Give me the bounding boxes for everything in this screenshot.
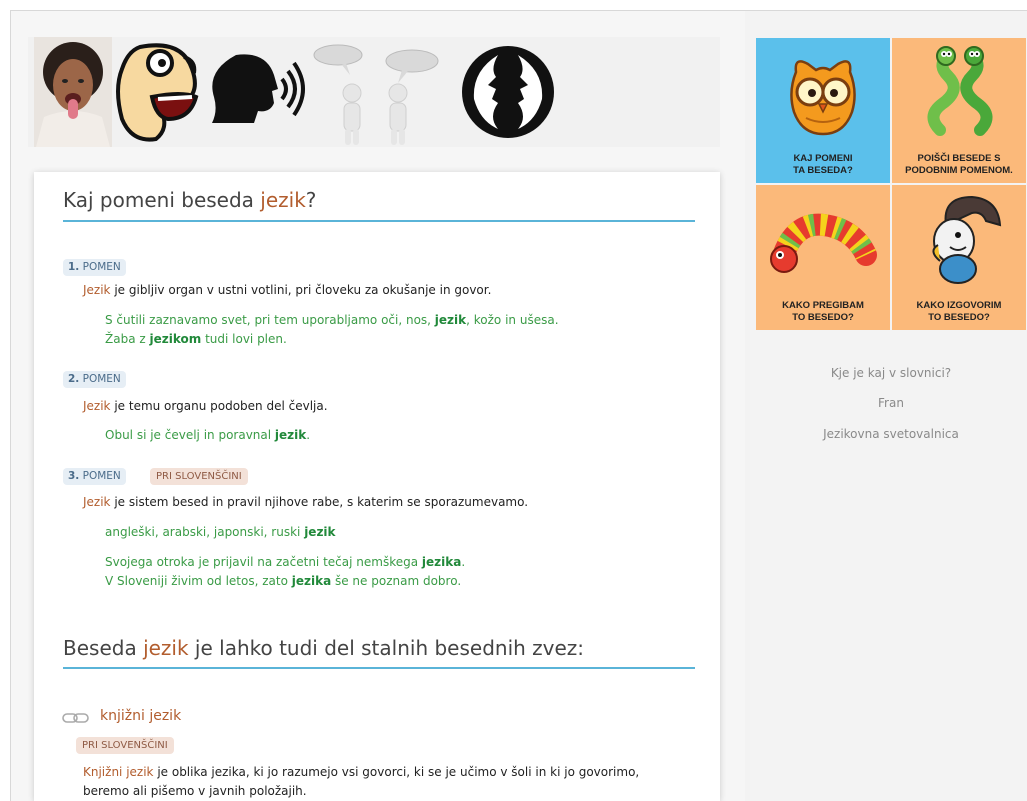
sense-1-example-1: S čutili zaznavamo svet, pri tem uporabl… [105,313,559,327]
cartoon-face-icon [116,43,199,142]
link-language-advice[interactable]: Jezikovna svetovalnica [756,427,1026,441]
sense-3-definition: Jezik je sistem besed in pravil njihove … [83,495,529,509]
tile-inflection[interactable]: KAKO PREGIBAM TO BESEDO? [756,185,890,330]
phrase-qualifier: PRI SLOVENŠČINI [76,737,174,754]
title-headword: jezik [260,188,306,212]
sense-2-tag: 2. POMEN [63,371,126,388]
phrases-heading: Beseda jezik je lahko tudi del stalnih b… [63,636,585,660]
owl-icon [790,60,856,136]
sense-3-tag: 3. POMEN [63,468,126,485]
tile-pronunciation[interactable]: KAKO IZGOVORIM TO BESEDO? [892,185,1026,330]
face-profiles-icon [462,46,554,138]
window-top-border [10,10,1027,11]
action-tiles: KAJ POMENI TA BESEDA? POIŠČI BESEDE S PO… [756,38,1026,330]
tile-pronunciation-label: KAKO IZGOVORIM TO BESEDO? [916,300,1002,323]
tongue-photo [34,37,112,147]
tile-meaning-label: KAJ POMENI TA BESEDA? [793,153,853,176]
phrase-title-link[interactable]: knjižni jezik [100,708,181,724]
sense-3-example-2: Svojega otroka je prijavil na začetni te… [105,555,466,569]
caterpillar-icon [770,213,877,273]
definition-card: Kaj pomeni beseda jezik? 1. POMEN Jezik … [34,172,720,801]
tile-synonyms-label: POIŠČI BESEDE S PODOBNIM POMENOM. [905,153,1013,176]
link-chain-icon [62,713,89,723]
sense-2-example-1: Obul si je čevelj in poravnal jezik. [105,428,311,442]
speaking-head-icon [212,54,305,123]
phrases-headword: jezik [143,636,189,660]
tile-meaning[interactable]: KAJ POMENI TA BESEDA? [756,38,890,183]
sense-3-qualifier: PRI SLOVENŠČINI [150,468,248,485]
page-title: Kaj pomeni beseda jezik? [63,188,317,212]
sense-3-example-1: angleški, arabski, japonski, ruski jezik [105,525,336,539]
speech-bubbles-figures [313,44,439,145]
sense-2-definition: Jezik je temu organu podoben del čevlja. [83,399,328,413]
title-divider [63,220,695,222]
tile-synonyms[interactable]: POIŠČI BESEDE S PODOBNIM POMENOM. [892,38,1026,183]
link-fran[interactable]: Fran [756,396,1026,410]
tile-inflection-label: KAKO PREGIBAM TO BESEDO? [782,300,864,323]
phrase-definition: Knjižni jezik je oblika jezika, ki jo ra… [83,765,640,779]
link-grammar-guide[interactable]: Kje je kaj v slovnici? [756,366,1026,380]
window-left-border [10,10,11,801]
sense-3-example-3: V Sloveniji živim od letos, zato jezika … [105,574,462,588]
phrase-definition-line-2: beremo ali pišemo v javnih položajih. [83,784,307,798]
banner [28,37,720,147]
snakes-icon [927,46,993,136]
bird-icon [932,195,1002,284]
sense-1-example-2: Žaba z jezikom tudi lovi plen. [105,332,287,346]
sense-1-definition: Jezik je gibljiv organ v ustni votlini, … [83,283,492,297]
phrases-divider [63,667,695,669]
sense-1-tag: 1. POMEN [63,259,126,276]
